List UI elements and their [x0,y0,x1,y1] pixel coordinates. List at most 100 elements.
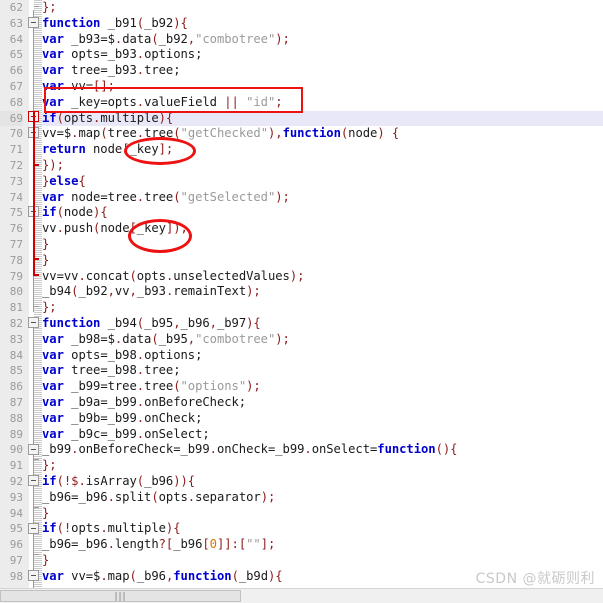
code-line[interactable]: 89 var _b9c=_b99.onSelect; [0,427,603,443]
code-text: var _b98=$.data(_b95,"combotree"); [42,332,603,348]
line-number: 65 [9,48,23,62]
line-number: 80 [9,285,23,299]
token-plain: _b95 [144,315,174,330]
fold-marker-line-92[interactable] [28,475,39,486]
code-line[interactable]: 68 var _key=opts.valueField || "id"; [0,95,603,111]
code-text: _b96=_b96.split(opts.separator); [42,490,603,506]
code-line[interactable]: 88 var _b9b=_b99.onCheck; [0,411,603,427]
token-pun: } [42,236,50,251]
fold-tick-line-91 [34,459,39,460]
token-pun: ){ [246,315,261,330]
code-line[interactable]: 65 var opts=_b93.options; [0,47,603,63]
editor-surface[interactable]: 62 }; 63 function _b91(_b92){64 var _b93=$… [0,0,603,589]
token-plain: vv=$ [42,126,72,141]
code-text: }; [42,0,603,16]
token-plain: onSelect= [311,442,378,457]
token-pun: . [136,126,145,141]
code-line[interactable]: 82 function _b94(_b95,_b96,_b97){ [0,316,603,332]
token-kw: var [42,426,64,441]
fold-marker-line-98[interactable] [28,570,39,581]
token-pun: ?[ [158,537,174,552]
token-str: "getChecked" [180,126,269,141]
token-pun: . [78,473,86,488]
code-line[interactable]: 73 }else{ [0,174,603,190]
code-line[interactable]: 67 var vv=[]; [0,79,603,95]
code-text: vv=vv.concat(opts.unselectedValues); [42,269,603,285]
token-plain: _key [129,142,159,157]
line-number: 68 [9,95,23,109]
horizontal-scrollbar-thumb[interactable]: ||| [0,590,241,602]
line-number: 62 [9,1,23,14]
code-line[interactable]: 85 var tree=_b98.tree; [0,363,603,379]
code-line[interactable]: 95 if(!opts.multiple){ [0,521,603,537]
code-line[interactable]: 86 var _b99=tree.tree("options"); [0,379,603,395]
code-line[interactable]: 92 if(!$.isArray(_b96)){ [0,474,603,490]
fold-marker-line-95[interactable] [28,523,39,534]
code-line[interactable]: 98 var vv=$.map(_b96,function(_b9d){ [0,569,603,585]
token-plain: opts [158,489,188,504]
code-line[interactable]: 81}; [0,300,603,316]
token-pun: ( [56,205,64,220]
code-line[interactable]: 77} [0,237,603,253]
code-line[interactable]: 76 vv.push(node[_key]); [0,221,603,237]
code-line[interactable]: 78} [0,253,603,269]
fold-marker-line-82[interactable] [28,317,39,328]
token-plain: _b96 [136,568,166,583]
fold-marker-line-90[interactable] [28,444,39,455]
token-pun: . [107,489,115,504]
token-plain: _b92 [144,15,174,30]
code-line[interactable]: 83 var _b98=$.data(_b95,"combotree"); [0,332,603,348]
token-plain: unselectedValues [173,268,290,283]
token-pun: . [136,63,145,78]
code-line[interactable]: 91}; [0,458,603,474]
code-text: if(node){ [42,205,603,221]
line-number: 66 [9,64,23,78]
code-text: }else{ [42,174,603,190]
code-line[interactable]: 62 }; [0,0,603,16]
code-line[interactable]: 74 var node=tree.tree("getSelected"); [0,190,603,206]
code-line[interactable]: 96 _b96=_b96.length?[_b96[0]]:[""]; [0,537,603,553]
token-plain: node [348,126,378,141]
token-plain: _b96 [180,315,210,330]
code-line[interactable]: 72}); [0,158,603,174]
code-line[interactable]: 79 vv=vv.concat(opts.unselectedValues); [0,269,603,285]
code-line[interactable]: 90 _b99.onBeforeCheck=_b99.onCheck=_b99.o… [0,442,603,458]
line-number: 74 [9,190,23,204]
token-plain: _key=opts [63,94,137,109]
token-plain: split [114,489,152,504]
token-kw: function [173,568,232,583]
code-line[interactable]: 75 if(node){ [0,205,603,221]
horizontal-scrollbar[interactable]: ||| [0,588,603,603]
token-plain: node [100,221,130,236]
fold-marker-line-63[interactable] [28,17,39,28]
token-plain: options; [144,47,203,62]
code-line[interactable]: 97} [0,553,603,569]
code-line[interactable]: 80 _b94(_b92,vv,_b93.remainText); [0,284,603,300]
code-line[interactable]: 63 function _b91(_b92){ [0,16,603,32]
code-line[interactable]: 84 var opts=_b98.options; [0,348,603,364]
token-pun: || [224,94,239,109]
token-pun: . [100,568,108,583]
token-plain: opts [71,521,101,536]
token-pun: [ [129,221,137,236]
token-plain: _b96 [144,473,174,488]
code-line[interactable]: 93 _b96=_b96.split(opts.separator); [0,490,603,506]
code-editor-window: 62 }; 63 function _b91(_b92){64 var _b93=$… [0,0,603,603]
token-pun: }; [42,0,57,14]
token-pun: . [107,537,115,552]
token-pun: . [100,521,108,536]
code-lines[interactable]: 62 }; 63 function _b91(_b92){64 var _b93=$… [0,0,603,584]
code-line[interactable]: 69 if(opts.multiple){ [0,110,603,127]
code-line[interactable]: 71 return node[_key]; [0,142,603,158]
token-plain: _b99 [42,442,72,457]
code-line[interactable]: 94} [0,506,603,522]
code-line[interactable]: 66 var tree=_b93.tree; [0,63,603,79]
token-kw: var [42,189,64,204]
token-pun: ){ [158,110,174,125]
code-line[interactable]: 64 var _b93=$.data(_b92,"combotree"); [0,32,603,48]
code-line[interactable]: 87 var _b9a=_b99.onBeforeCheck; [0,395,603,411]
token-plain: _b93 [136,284,166,299]
code-line[interactable]: 70 vv=$.map(tree.tree("getChecked"),funct… [0,126,603,142]
token-str: "" [246,537,261,552]
